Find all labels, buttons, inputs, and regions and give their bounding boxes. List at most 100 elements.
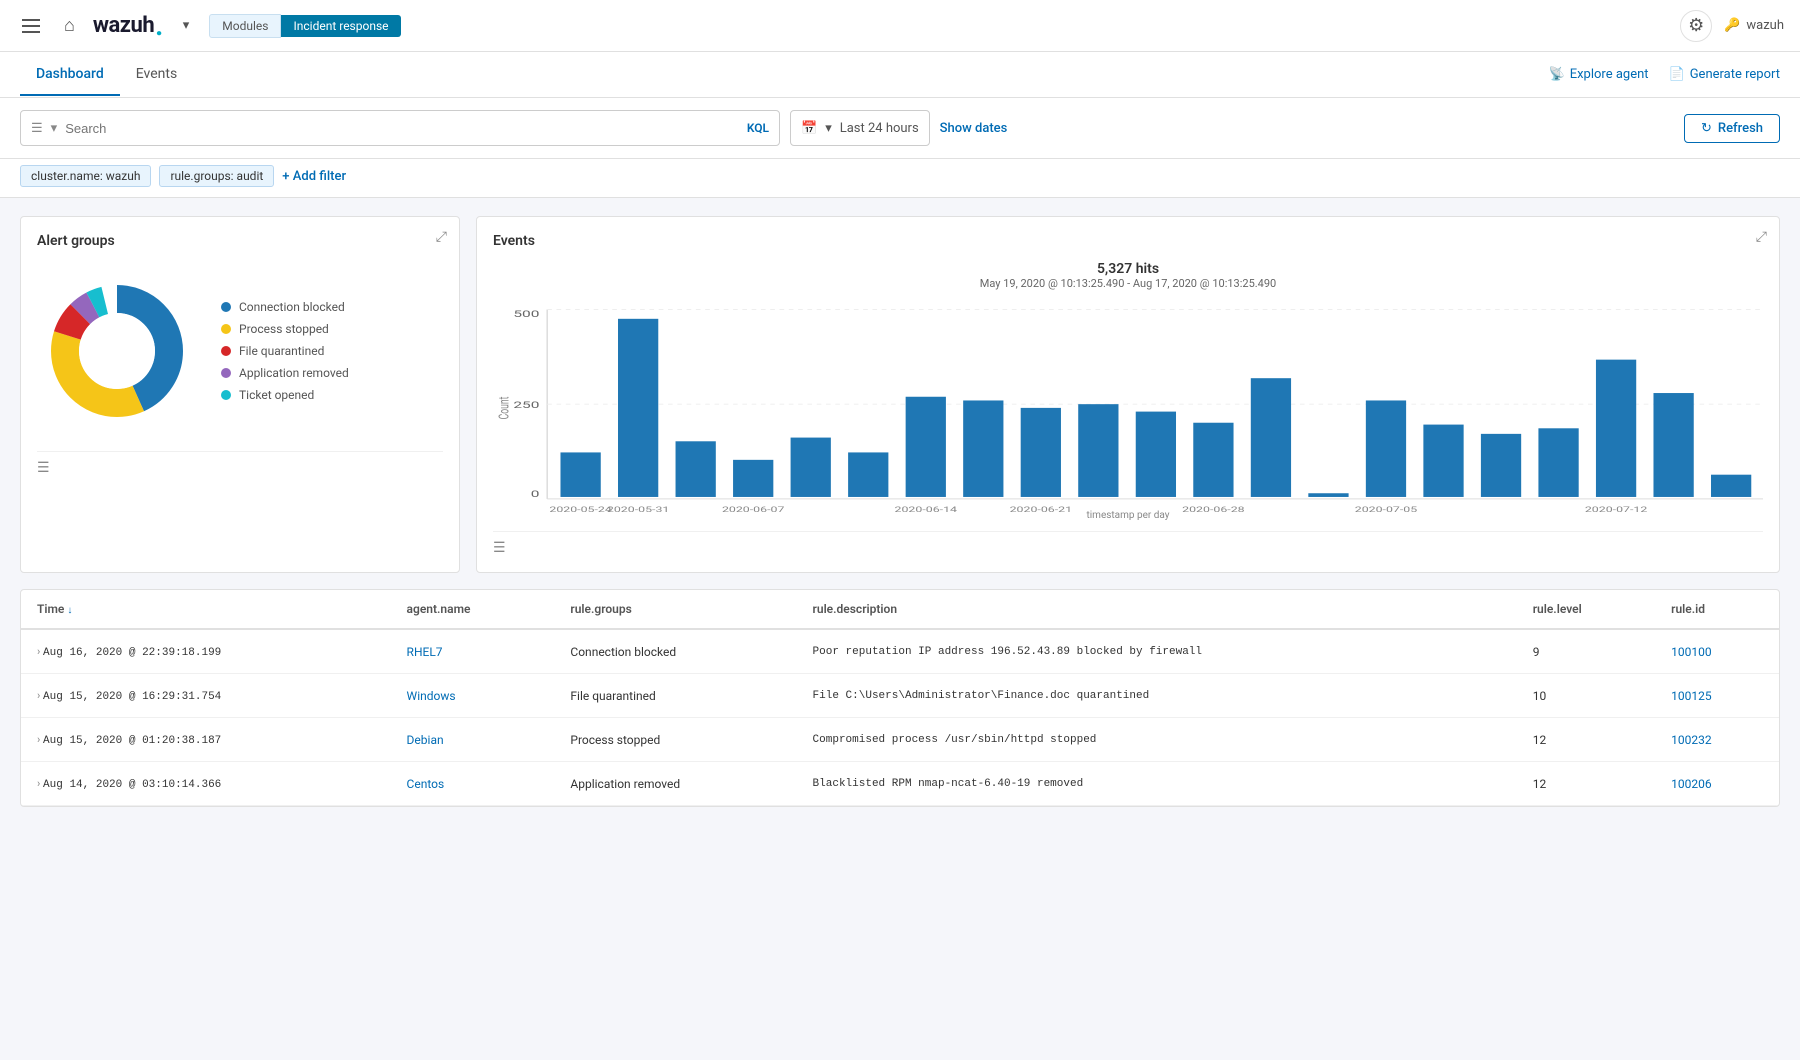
rule-id-link-2[interactable]: 100232 [1671, 733, 1711, 747]
svg-text:0: 0 [531, 489, 540, 500]
col-agent[interactable]: agent.name [391, 590, 555, 629]
rule-id-link-1[interactable]: 100125 [1671, 689, 1711, 703]
calendar-icon: 📅 [801, 121, 817, 136]
bar-20[interactable] [1711, 475, 1751, 497]
bar-2[interactable] [676, 441, 716, 497]
bar-3[interactable] [733, 460, 773, 497]
agent-link-3[interactable]: Centos [407, 777, 445, 791]
bar-10[interactable] [1136, 412, 1176, 497]
events-bar-chart: 500 250 0 Count 2020-05-242020-05-312020… [493, 298, 1763, 518]
bar-label-1: 2020-05-31 [607, 505, 669, 515]
show-dates-button[interactable]: Show dates [940, 121, 1008, 136]
add-filter-button[interactable]: + Add filter [282, 169, 346, 184]
legend-item-file: File quarantined [221, 344, 349, 358]
report-icon: 📄 [1669, 67, 1685, 82]
explore-agent-button[interactable]: 📡 Explore agent [1549, 67, 1649, 82]
username: wazuh [1746, 18, 1784, 33]
cell-time-1: › Aug 15, 2020 @ 16:29:31.754 [21, 674, 391, 718]
events-list-icon[interactable]: ☰ [493, 540, 506, 556]
alert-groups-card: Alert groups ⤢ [20, 216, 460, 573]
search-input-wrapper: ☰ ▾ KQL [20, 110, 780, 146]
explore-agent-icon: 📡 [1549, 67, 1565, 82]
settings-button[interactable]: ⚙ [1680, 10, 1712, 42]
bar-label-8: 2020-06-21 [1010, 505, 1072, 515]
bar-9[interactable] [1078, 404, 1118, 497]
rule-id-link-3[interactable]: 100206 [1671, 777, 1711, 791]
bar-1[interactable] [618, 319, 658, 497]
table-row: › Aug 15, 2020 @ 16:29:31.754 Windows Fi… [21, 674, 1779, 718]
tab-dashboard[interactable]: Dashboard [20, 54, 120, 96]
agent-link-1[interactable]: Windows [407, 689, 456, 703]
bar-12[interactable] [1251, 378, 1291, 497]
bar-17[interactable] [1538, 428, 1578, 497]
events-table: Time ↓ agent.name rule.groups rule.descr… [21, 590, 1779, 806]
bar-4[interactable] [791, 438, 831, 497]
date-picker[interactable]: 📅 ▾ Last 24 hours [790, 110, 930, 146]
main-content: Alert groups ⤢ [0, 198, 1800, 825]
breadcrumb-incident[interactable]: Incident response [281, 15, 400, 37]
agent-link-0[interactable]: RHEL7 [407, 645, 443, 659]
agent-link-2[interactable]: Debian [407, 733, 444, 747]
tab-events[interactable]: Events [120, 54, 193, 96]
refresh-button[interactable]: ↻ Refresh [1684, 114, 1780, 143]
cell-rule-groups-2: Process stopped [554, 718, 796, 762]
user-menu[interactable]: 🔑 wazuh [1724, 18, 1784, 33]
cell-agent-3: Centos [391, 762, 555, 806]
breadcrumb-modules[interactable]: Modules [209, 14, 281, 38]
expand-events-icon[interactable]: ⤢ [1756, 229, 1767, 245]
legend-dot-process [221, 324, 231, 334]
kql-badge[interactable]: KQL [747, 121, 769, 135]
search-toggle-icon[interactable]: ☰ [31, 121, 43, 136]
table-row: › Aug 15, 2020 @ 01:20:38.187 Debian Pro… [21, 718, 1779, 762]
generate-report-button[interactable]: 📄 Generate report [1669, 67, 1780, 82]
bar-18[interactable] [1596, 360, 1636, 497]
bar-15[interactable] [1423, 425, 1463, 497]
cell-agent-2: Debian [391, 718, 555, 762]
events-footer: ☰ [493, 531, 1763, 556]
legend-item-app: Application removed [221, 366, 349, 380]
events-range: May 19, 2020 @ 10:13:25.490 - Aug 17, 20… [493, 277, 1763, 290]
refresh-icon: ↻ [1701, 121, 1712, 136]
bar-14[interactable] [1366, 400, 1406, 496]
breadcrumb: Modules Incident response [209, 14, 400, 38]
bar-13[interactable] [1308, 493, 1348, 497]
legend-item-connection: Connection blocked [221, 300, 349, 314]
table-header-row: Time ↓ agent.name rule.groups rule.descr… [21, 590, 1779, 629]
bar-7[interactable] [963, 400, 1003, 496]
col-rule-id[interactable]: rule.id [1655, 590, 1779, 629]
chevron-down-icon[interactable]: ▾ [51, 121, 58, 136]
bar-19[interactable] [1653, 393, 1693, 497]
cell-agent-0: RHEL7 [391, 629, 555, 674]
col-rule-groups[interactable]: rule.groups [554, 590, 796, 629]
cell-rule-level-3: 12 [1517, 762, 1655, 806]
user-icon: 🔑 [1724, 18, 1740, 33]
bar-6[interactable] [906, 397, 946, 497]
filter-rule-groups[interactable]: rule.groups: audit [159, 165, 274, 187]
events-header: 5,327 hits May 19, 2020 @ 10:13:25.490 -… [493, 261, 1763, 290]
app-dropdown[interactable]: ▾ [175, 14, 198, 37]
bar-5[interactable] [848, 452, 888, 497]
alert-groups-title: Alert groups [37, 233, 443, 249]
expand-alert-groups-icon[interactable]: ⤢ [436, 229, 447, 245]
legend-dot-connection [221, 302, 231, 312]
top-navigation: ⌂ wazuh. ▾ Modules Incident response ⚙ 🔑… [0, 0, 1800, 52]
home-button[interactable]: ⌂ [58, 9, 81, 42]
bar-0[interactable] [560, 452, 600, 497]
search-input[interactable] [65, 121, 731, 136]
events-table-card: Time ↓ agent.name rule.groups rule.descr… [20, 589, 1780, 807]
cell-rule-groups-3: Application removed [554, 762, 796, 806]
filter-cluster[interactable]: cluster.name: wazuh [20, 165, 151, 187]
cell-rule-desc-3: Blacklisted RPM nmap-ncat-6.40-19 remove… [797, 762, 1517, 806]
bar-label-18: 2020-07-12 [1585, 505, 1648, 515]
col-rule-level[interactable]: rule.level [1517, 590, 1655, 629]
col-rule-description[interactable]: rule.description [797, 590, 1517, 629]
col-time[interactable]: Time ↓ [21, 590, 391, 629]
bar-16[interactable] [1481, 434, 1521, 497]
bar-11[interactable] [1193, 423, 1233, 497]
legend-item-ticket: Ticket opened [221, 388, 349, 402]
bar-8[interactable] [1021, 408, 1061, 497]
alert-groups-list-icon[interactable]: ☰ [37, 460, 50, 476]
sub-navigation: Dashboard Events 📡 Explore agent 📄 Gener… [0, 52, 1800, 98]
hamburger-menu[interactable] [16, 13, 46, 39]
rule-id-link-0[interactable]: 100100 [1671, 645, 1711, 659]
